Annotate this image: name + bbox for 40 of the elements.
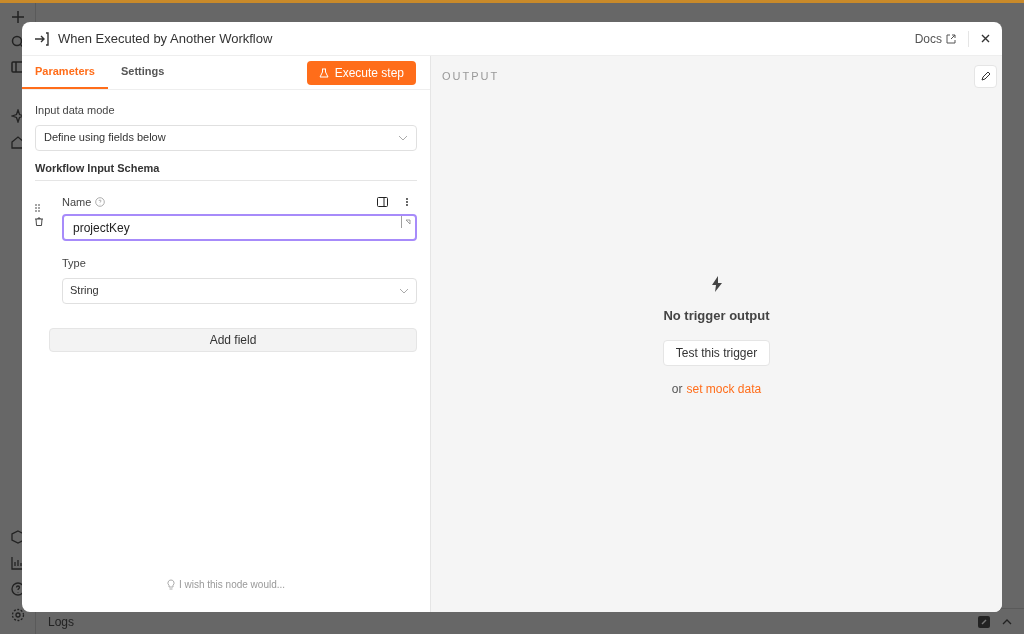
flask-icon xyxy=(318,67,329,78)
chevron-down-icon xyxy=(399,287,409,294)
chevron-down-icon xyxy=(398,134,408,141)
panel-icon[interactable] xyxy=(377,197,388,207)
add-field-button[interactable]: Add field xyxy=(49,327,417,352)
pencil-icon xyxy=(980,71,991,81)
tab[interactable]: Settings xyxy=(107,56,178,89)
docs-link[interactable]: Docs xyxy=(914,29,956,48)
name-input[interactable]: projectKey xyxy=(62,214,417,241)
help-icon xyxy=(95,197,106,207)
trash-icon[interactable] xyxy=(35,217,43,226)
sparkle-icon[interactable] xyxy=(10,109,25,123)
panel-toggle-icon[interactable] xyxy=(978,615,990,628)
chart-icon[interactable] xyxy=(10,556,25,570)
help-icon[interactable] xyxy=(10,582,25,596)
home-icon[interactable] xyxy=(10,135,25,149)
chevron-up-icon[interactable] xyxy=(1002,618,1012,625)
test-trigger-button[interactable]: Test this trigger xyxy=(662,339,771,366)
type-dropdown[interactable]: String xyxy=(62,277,417,304)
lightning-icon xyxy=(710,276,723,292)
field-label: Type xyxy=(62,256,87,271)
or-text: or xyxy=(671,380,683,398)
lightbulb-icon xyxy=(166,579,175,590)
settings-icon[interactable] xyxy=(10,608,25,622)
external-link-icon xyxy=(946,33,956,44)
field-label: Name xyxy=(62,194,92,210)
plus-icon[interactable] xyxy=(11,11,24,23)
empty-state-title: No trigger output xyxy=(663,307,770,325)
close-icon[interactable] xyxy=(981,34,990,43)
arrow-into-bracket-icon xyxy=(34,30,50,47)
dialog-title: When Executed by Another Workflow xyxy=(58,29,274,48)
section-heading: Workflow Input Schema xyxy=(35,159,417,181)
drag-handle-icon[interactable] xyxy=(35,204,40,212)
panel-icon[interactable] xyxy=(10,61,25,73)
field-label: Input data mode xyxy=(35,103,116,118)
edit-button[interactable] xyxy=(974,64,997,88)
input-mode-dropdown[interactable]: Define using fields below xyxy=(35,124,417,151)
search-icon[interactable] xyxy=(10,35,25,49)
output-heading: OUTPUT xyxy=(442,68,501,84)
box-icon[interactable] xyxy=(10,530,25,544)
